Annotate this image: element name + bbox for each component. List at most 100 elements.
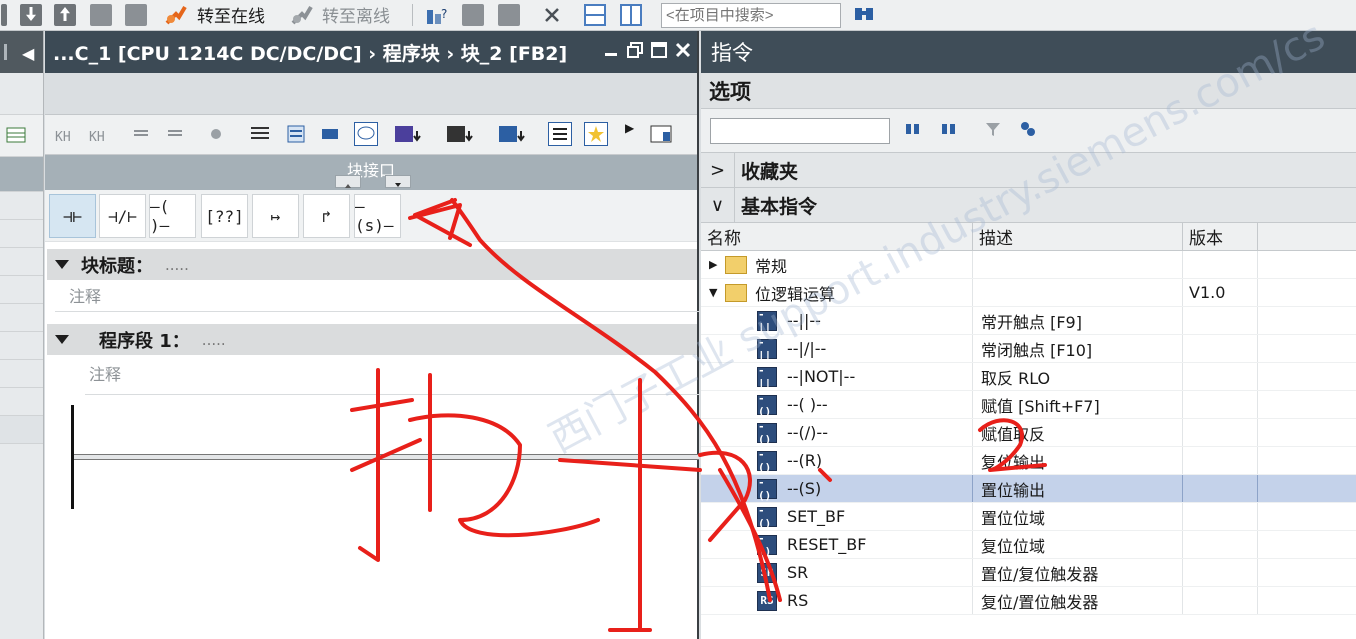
instruction-name-cell: RS RS	[701, 587, 973, 614]
close-all-icon[interactable]	[445, 123, 481, 145]
go-offline-button[interactable]: 转至离线	[322, 2, 390, 27]
nc-contact-item[interactable]: ⊣⊢	[49, 194, 96, 238]
instruction-row[interactable]: ▶ 常规	[701, 251, 1356, 279]
go-online-button[interactable]: 转至在线	[197, 2, 265, 27]
more-tools-icon[interactable]: ▶	[625, 121, 634, 135]
accessible-devices-icon[interactable]: ?	[424, 3, 450, 27]
instruction-description: 置位位域	[973, 503, 1183, 530]
favorite-star-icon[interactable]	[584, 122, 608, 146]
network-comment-area[interactable]: 注释	[85, 359, 699, 395]
ladder-favorites-bar: ⊣⊢ ⊣/⊢ –( )– [??] ↦ ↱ –(s)–	[45, 190, 697, 242]
instruction-row[interactable]: -() --(S) 置位输出	[701, 475, 1356, 503]
block-title-value[interactable]: .....	[165, 256, 189, 274]
instruction-row[interactable]: -() SET_BF 置位位域	[701, 503, 1356, 531]
network-header[interactable]: 程序段 1： .....	[47, 324, 697, 355]
device-icon[interactable]	[88, 3, 114, 27]
nc-closed-contact-item[interactable]: ⊣/⊢	[99, 194, 146, 238]
options-header[interactable]: 选项	[701, 73, 1356, 109]
instruction-row[interactable]: -() --(/)-- 赋值取反	[701, 419, 1356, 447]
append-row-icon[interactable]	[165, 123, 187, 145]
search-up-icon[interactable]	[941, 120, 959, 138]
insert-network-icon[interactable]: KH	[55, 123, 77, 145]
favorites-toggle-icon[interactable]	[497, 123, 533, 145]
go-offline-icon[interactable]	[288, 3, 316, 27]
interface-down-arrow-icon[interactable]	[385, 175, 411, 188]
collapse-arrow-icon[interactable]: ▼	[709, 286, 719, 299]
open-branch-item[interactable]: ↦	[252, 194, 299, 238]
collapse-left-icon[interactable]: ◀	[22, 44, 34, 63]
toolbar-edge-button[interactable]	[0, 3, 8, 27]
split-horizontal-icon[interactable]	[582, 3, 608, 27]
window-layout-icon[interactable]	[649, 123, 675, 145]
instruction-version	[1183, 475, 1258, 502]
empty-box-item[interactable]: [??]	[201, 194, 248, 238]
rung-line[interactable]	[74, 454, 699, 460]
insert-row-icon[interactable]	[131, 123, 153, 145]
instruction-row[interactable]: SR SR 置位/复位触发器	[701, 559, 1356, 587]
close-branch-item[interactable]: ↱	[303, 194, 350, 238]
network-title-value[interactable]: .....	[202, 331, 226, 349]
block-interface-bar[interactable]: 块接口	[45, 155, 697, 190]
column-description[interactable]: 描述	[973, 223, 1183, 250]
split-vertical-icon[interactable]	[618, 3, 644, 27]
instruction-name: --(/)--	[787, 423, 828, 442]
instruction-row[interactable]: -() --( )-- 赋值 [Shift+F7]	[701, 391, 1356, 419]
column-version[interactable]: 版本	[1183, 223, 1258, 250]
favorites-section[interactable]: > 收藏夹	[701, 153, 1356, 188]
instruction-row[interactable]: -() RESET_BF 复位位域	[701, 531, 1356, 559]
set-coil-item[interactable]: –(s)–	[354, 194, 401, 238]
project-tree-row	[0, 360, 43, 388]
chevron-right-icon[interactable]: >	[701, 153, 735, 187]
restore-icon[interactable]	[627, 41, 643, 58]
coil-item[interactable]: –( )–	[149, 194, 196, 238]
collapse-networks-icon[interactable]	[319, 123, 341, 145]
stop-cpu-icon[interactable]	[496, 3, 522, 27]
instruction-row[interactable]: ▼ 位逻辑运算 V1.0	[701, 279, 1356, 307]
collapse-triangle-icon[interactable]	[55, 335, 69, 344]
change-version-icon[interactable]	[1019, 120, 1037, 138]
table-icon[interactable]	[6, 125, 30, 147]
instruction-icon: SR	[757, 562, 777, 583]
download-icon[interactable]	[18, 3, 44, 27]
instruction-row[interactable]: -|| --|/|-- 常闭触点 [F10]	[701, 335, 1356, 363]
close-icon[interactable]	[540, 3, 564, 27]
interface-up-arrow-icon[interactable]	[335, 175, 361, 188]
instruction-name-cell: -|| --|NOT|--	[701, 363, 973, 390]
block-title-header[interactable]: 块标题： .....	[47, 249, 697, 280]
absolute-operands-icon[interactable]	[249, 123, 271, 145]
instruction-row[interactable]: RS RS 复位/置位触发器	[701, 587, 1356, 615]
collapse-triangle-icon[interactable]	[55, 260, 69, 269]
instruction-row[interactable]: -() --(R) 复位输出	[701, 447, 1356, 475]
instruction-search-input[interactable]	[710, 118, 890, 144]
project-tree-edge: ◀	[0, 31, 44, 639]
filter-icon[interactable]	[984, 120, 1002, 138]
instruction-row[interactable]: -|| --|NOT|-- 取反 RLO	[701, 363, 1356, 391]
minimize-icon[interactable]	[603, 41, 619, 57]
editor-title: ...C_1 [CPU 1214C DC/DC/DC] › 程序块 › 块_2 …	[53, 42, 568, 65]
list-view-icon[interactable]	[548, 122, 572, 146]
column-name[interactable]: 名称	[701, 223, 973, 250]
open-all-icon[interactable]	[393, 123, 429, 145]
basic-instructions-section[interactable]: ∨ 基本指令	[701, 188, 1356, 223]
instruction-icon: -||	[757, 336, 777, 362]
comments-icon[interactable]	[354, 122, 378, 146]
instruction-row[interactable]: -|| --||-- 常开触点 [F9]	[701, 307, 1356, 335]
maximize-icon[interactable]	[651, 41, 667, 58]
project-tree-row-selected[interactable]	[0, 416, 43, 444]
upload-icon[interactable]	[52, 3, 78, 27]
chevron-down-icon[interactable]: ∨	[701, 188, 735, 222]
project-search-input[interactable]	[661, 3, 841, 28]
monitor-icon[interactable]	[207, 123, 229, 145]
expand-arrow-icon[interactable]: ▶	[709, 258, 719, 271]
delete-network-icon[interactable]: KH	[89, 123, 111, 145]
instruction-description: 复位输出	[973, 447, 1183, 474]
runtime-icon[interactable]	[122, 3, 150, 27]
close-editor-icon[interactable]	[675, 41, 691, 58]
block-comment[interactable]: 注释	[69, 283, 101, 307]
go-online-icon[interactable]	[162, 3, 190, 27]
search-binoculars-icon[interactable]	[852, 3, 880, 27]
start-cpu-icon[interactable]	[460, 3, 486, 27]
network-view-icon[interactable]	[285, 123, 307, 145]
instruction-version	[1183, 531, 1258, 558]
search-down-icon[interactable]	[905, 120, 923, 138]
